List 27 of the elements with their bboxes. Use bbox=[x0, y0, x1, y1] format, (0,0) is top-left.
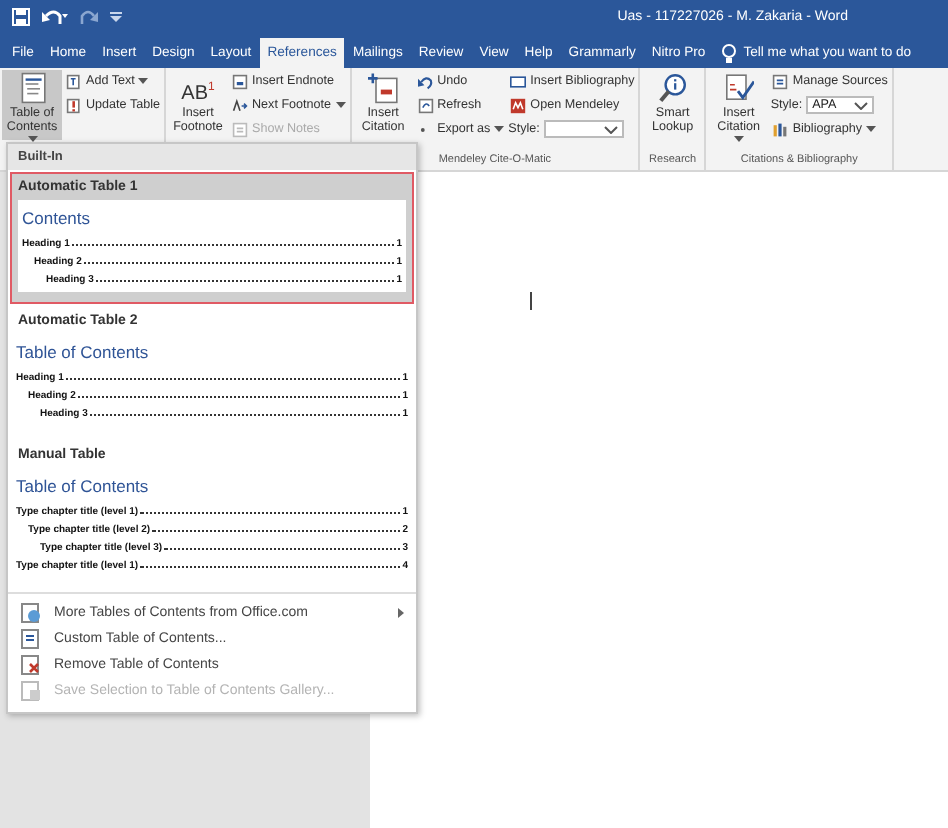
undo-arrow-icon bbox=[417, 73, 434, 89]
undo-icon[interactable] bbox=[42, 8, 68, 26]
customize-icon[interactable] bbox=[110, 12, 122, 22]
page-save-icon bbox=[20, 680, 42, 702]
page-exclaim-icon bbox=[66, 97, 82, 113]
next-footnote-icon bbox=[232, 97, 248, 113]
bibliography-page-icon bbox=[510, 73, 527, 89]
endnote-page-icon bbox=[232, 73, 248, 89]
page-settings-icon bbox=[20, 628, 42, 650]
notes-page-icon bbox=[232, 121, 248, 137]
globe-page-icon bbox=[20, 602, 42, 624]
chevron-icon bbox=[603, 125, 618, 133]
toc-heading: Table of Contents bbox=[16, 476, 151, 496]
lightbulb-icon bbox=[721, 43, 736, 63]
mendeley-logo-icon bbox=[510, 97, 527, 113]
books-icon bbox=[772, 121, 789, 137]
text-page-icon bbox=[66, 73, 82, 89]
text-cursor bbox=[530, 292, 532, 310]
sources-list-icon bbox=[772, 73, 789, 89]
redo-icon bbox=[80, 8, 98, 26]
page-delete-icon bbox=[20, 654, 42, 676]
toc-heading: Table of Contents bbox=[16, 342, 151, 362]
chevron-icon bbox=[854, 101, 869, 109]
save-icon[interactable] bbox=[12, 8, 30, 26]
refresh-page-icon bbox=[417, 97, 434, 113]
toc-heading: Contents bbox=[22, 208, 93, 228]
style-dropdown[interactable] bbox=[543, 120, 624, 138]
